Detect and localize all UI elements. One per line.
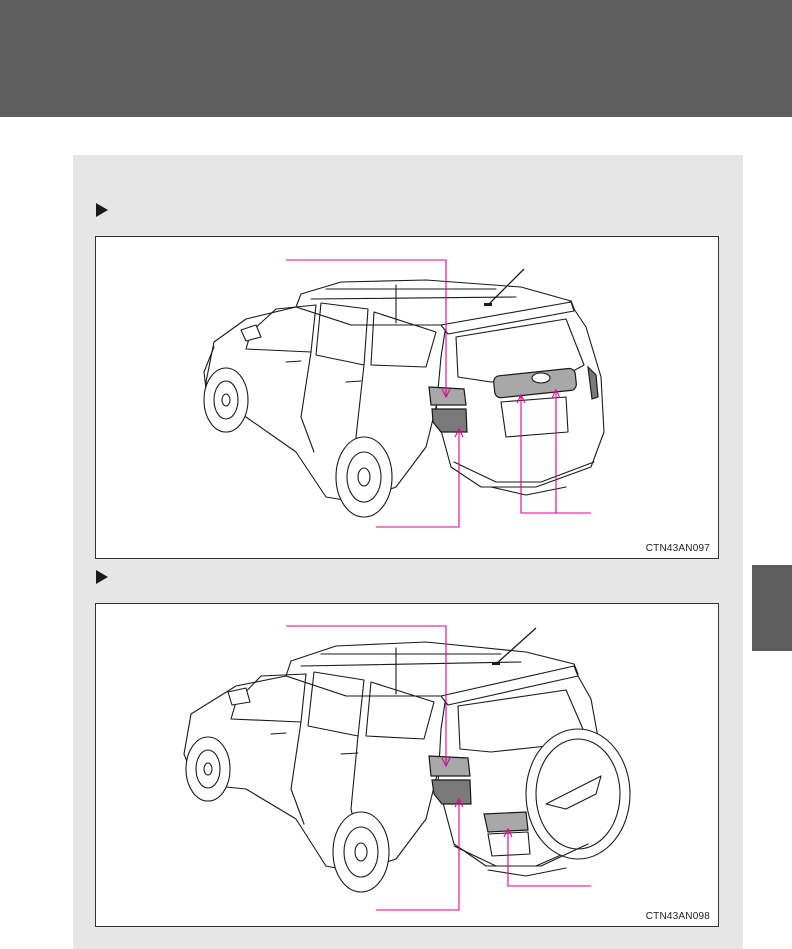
figure-code: CTN43AN098 (645, 911, 710, 922)
play-triangle-icon (96, 570, 108, 584)
figure-rear-view-spare-tire: CTN43AN098 (95, 603, 719, 927)
rear-vehicle-spare-illustration (183, 625, 631, 911)
chapter-header-band (0, 0, 792, 117)
play-triangle-icon (96, 203, 108, 217)
rear-vehicle-illustration (203, 259, 605, 528)
chapter-side-tab (752, 565, 792, 651)
figure-rear-view-standard: CTN43AN097 (95, 236, 719, 559)
figure-code: CTN43AN097 (645, 543, 710, 554)
